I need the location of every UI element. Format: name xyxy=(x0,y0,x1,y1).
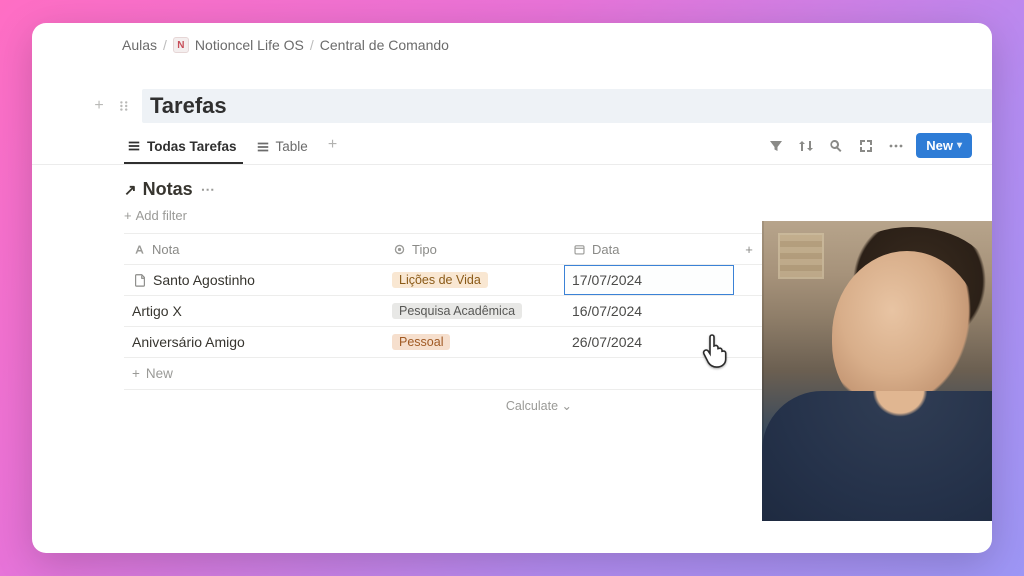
webcam-figure xyxy=(762,391,992,521)
cell-data[interactable]: 17/07/2024 xyxy=(564,265,734,295)
breadcrumb-separator: / xyxy=(310,37,314,53)
tag: Pessoal xyxy=(392,334,450,350)
breadcrumb-item-lifeos[interactable]: Notioncel Life OS xyxy=(195,37,304,53)
calculate-label: Calculate xyxy=(506,399,558,413)
cell-nota-text: Artigo X xyxy=(132,303,182,319)
notion-page-icon: N xyxy=(173,37,189,53)
calculate-button[interactable]: Calculate ⌄ xyxy=(392,398,572,413)
sort-icon[interactable] xyxy=(796,136,816,156)
breadcrumb: Aulas / N Notioncel Life OS / Central de… xyxy=(32,23,992,59)
column-tipo[interactable]: Tipo xyxy=(384,235,564,264)
open-link-icon: ↗ xyxy=(124,181,137,199)
cell-tipo[interactable]: Lições de Vida xyxy=(384,265,564,295)
cell-data[interactable]: 16/07/2024 xyxy=(564,296,734,326)
plus-icon: + xyxy=(124,208,132,223)
table-icon xyxy=(255,139,271,155)
column-nota[interactable]: Nota xyxy=(124,235,384,264)
cell-empty xyxy=(734,335,764,349)
section-header-row: + Tarefas xyxy=(32,59,992,123)
table-icon xyxy=(126,138,142,154)
tab-todas-tarefas[interactable]: Todas Tarefas xyxy=(124,134,243,164)
more-icon[interactable] xyxy=(886,136,906,156)
add-filter-label: Add filter xyxy=(136,208,187,223)
select-property-icon xyxy=(392,242,406,256)
database-title: Notas xyxy=(143,179,193,200)
breadcrumb-item-current[interactable]: Central de Comando xyxy=(320,37,449,53)
app-window: Aulas / N Notioncel Life OS / Central de… xyxy=(32,23,992,553)
column-label: Data xyxy=(592,242,619,257)
expand-icon[interactable] xyxy=(856,136,876,156)
new-button[interactable]: New ▾ xyxy=(916,133,972,158)
cell-nota[interactable]: Santo Agostinho xyxy=(124,265,384,295)
cell-empty xyxy=(734,273,764,287)
cell-tipo[interactable]: Pesquisa Acadêmica xyxy=(384,296,564,326)
breadcrumb-item-aulas[interactable]: Aulas xyxy=(122,37,157,53)
section-title-block[interactable]: Tarefas xyxy=(142,89,992,123)
chevron-down-icon: ▾ xyxy=(957,140,962,151)
date-property-icon xyxy=(572,242,586,256)
database-menu-icon[interactable]: ⋯ xyxy=(201,181,215,198)
column-data[interactable]: Data xyxy=(564,235,734,264)
add-block-button[interactable]: + xyxy=(90,97,108,115)
drag-handle[interactable] xyxy=(116,97,134,115)
plus-icon: + xyxy=(132,366,140,381)
tab-label: Todas Tarefas xyxy=(147,139,237,154)
column-label: Nota xyxy=(152,242,179,257)
page-icon xyxy=(132,273,147,288)
chevron-down-icon: ⌄ xyxy=(562,399,572,413)
new-row-label: New xyxy=(146,366,173,381)
view-tabs: Todas Tarefas Table + xyxy=(32,123,992,165)
breadcrumb-separator: / xyxy=(163,37,167,53)
add-column-button[interactable]: + xyxy=(734,235,764,264)
search-icon[interactable] xyxy=(826,136,846,156)
tab-table[interactable]: Table xyxy=(253,135,314,163)
cell-nota[interactable]: Artigo X xyxy=(124,296,384,326)
tag: Pesquisa Acadêmica xyxy=(392,303,522,319)
tag: Lições de Vida xyxy=(392,272,488,288)
tab-label: Table xyxy=(276,139,308,154)
cell-tipo[interactable]: Pessoal xyxy=(384,327,564,357)
view-toolbar: New ▾ xyxy=(766,133,972,164)
cell-data[interactable]: 26/07/2024 xyxy=(564,327,734,357)
database-title-row[interactable]: ↗ Notas ⋯ xyxy=(124,175,972,202)
cell-nota-text: Santo Agostinho xyxy=(153,272,255,288)
new-button-label: New xyxy=(926,138,953,153)
cell-nota[interactable]: Aniversário Amigo xyxy=(124,327,384,357)
webcam-overlay xyxy=(762,221,992,521)
column-label: Tipo xyxy=(412,242,437,257)
filter-icon[interactable] xyxy=(766,136,786,156)
add-view-button[interactable]: + xyxy=(324,136,341,162)
section-title: Tarefas xyxy=(150,93,984,119)
cell-empty xyxy=(734,304,764,318)
cell-nota-text: Aniversário Amigo xyxy=(132,334,245,350)
text-property-icon xyxy=(132,242,146,256)
